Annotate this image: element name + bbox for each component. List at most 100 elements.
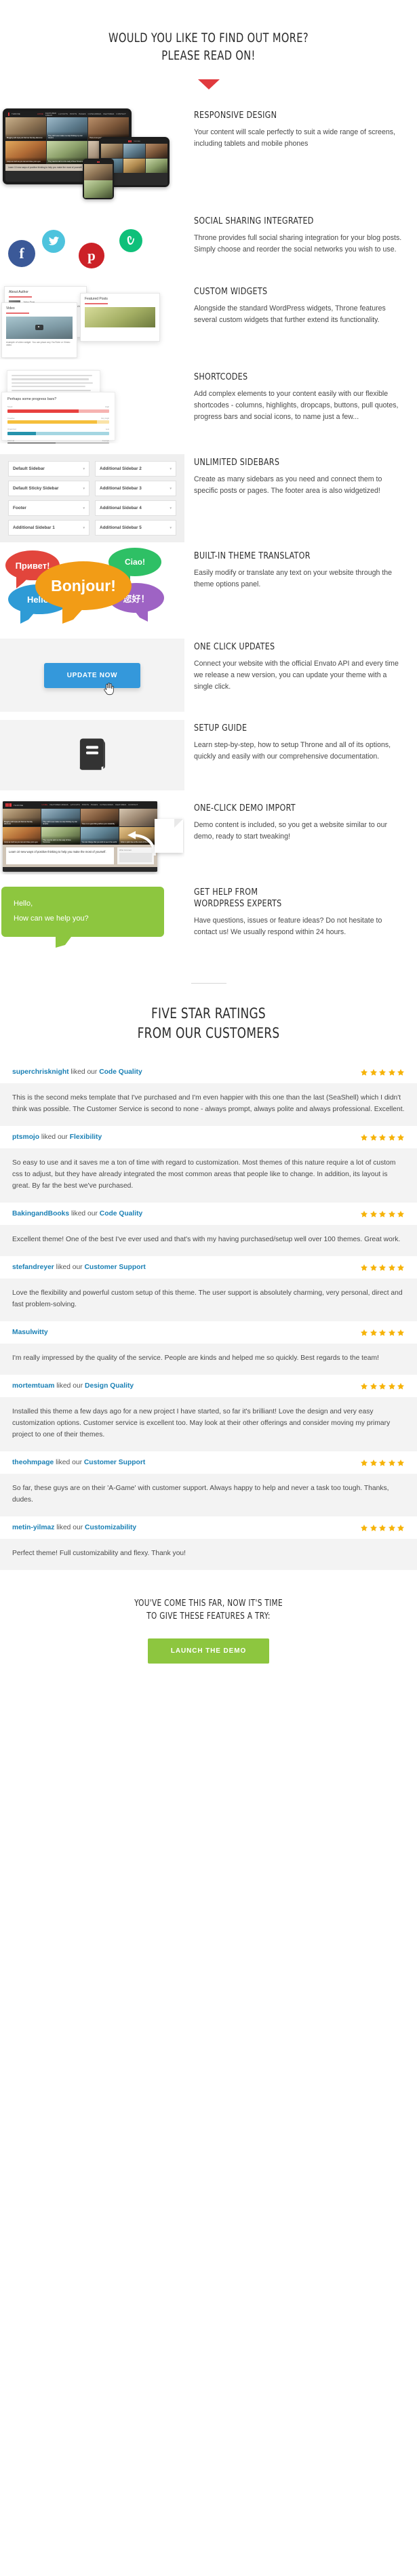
demo-caption: Learn 10 new ways of positive thinking t… [6, 847, 114, 865]
testimonial-liked-text: liked our [54, 1264, 83, 1272]
progress-bar-row: Informal Average [7, 439, 109, 444]
testimonial-text: Installed this theme a few days ago for … [0, 1396, 417, 1451]
testimonial-user[interactable]: mortemtuam [12, 1382, 54, 1390]
book-icon-art [0, 720, 184, 791]
speech-bubble-french: Bonjour! [35, 561, 132, 624]
sidebar-item[interactable]: Additional Sidebar 1 ▾ [8, 520, 90, 536]
rating-stars [360, 1524, 405, 1532]
sidebar-item[interactable]: Additional Sidebar 2 ▾ [95, 461, 176, 477]
post-title: You can change that you wish to see in t… [80, 837, 119, 845]
vine-icon[interactable] [119, 229, 142, 253]
testimonial-header: ptsmojo liked our Flexibility [0, 1125, 417, 1148]
sidebar-item[interactable]: Additional Sidebar 3 ▾ [95, 481, 176, 497]
star-icon [378, 1133, 386, 1141]
bar-value: Very High [100, 416, 109, 420]
update-now-button[interactable]: UPDATE NOW [43, 662, 141, 688]
testimonial-user[interactable]: theohmpage [12, 1459, 54, 1466]
features-section: THRONE HOME FEATURED AREAS LAYOUTS POSTS… [0, 89, 417, 960]
star-icon [388, 1210, 395, 1217]
bar-label: Organized [7, 428, 16, 431]
sidebar-item[interactable]: Additional Sidebar 4 ▾ [95, 500, 176, 517]
shortcode-cards-art: Perhaps some progress bars? Smart High Cr… [0, 369, 184, 444]
testimonial-category: Flexibility [69, 1133, 102, 1142]
testimonial-user[interactable]: stefandreyer [12, 1264, 54, 1271]
launch-demo-button[interactable]: LAUNCH THE DEMO [147, 1638, 270, 1664]
bar-value: High [105, 405, 109, 409]
testimonial-attribution: BakingandBooks liked our Code Quality [12, 1210, 142, 1217]
testimonial-user[interactable]: superchrisknight [12, 1068, 69, 1076]
testimonial-user[interactable]: Masulwitty [12, 1329, 48, 1336]
chevron-down-icon: ▾ [83, 506, 85, 510]
star-icon [397, 1459, 405, 1466]
testimonial-text: I'm really impressed by the quality of t… [0, 1343, 417, 1375]
rating-stars [360, 1264, 405, 1272]
sidebar-label: Additional Sidebar 5 [100, 525, 142, 531]
testimonial-liked-text: liked our [68, 1068, 98, 1076]
star-icon [370, 1329, 377, 1336]
testimonial: stefandreyer liked our Customer Support L… [0, 1255, 417, 1321]
feature-custom-widgets: About Author John Doe The idea of Meks c… [0, 283, 417, 363]
twitter-icon[interactable] [42, 230, 65, 254]
testimonial-text: So far, these guys are on their 'A-Game'… [0, 1473, 417, 1516]
cursor-hand-icon [104, 683, 114, 696]
rating-stars [360, 1068, 405, 1076]
star-icon [388, 1068, 395, 1076]
sidebar-item[interactable]: Default Sticky Sidebar ▾ [8, 481, 90, 497]
star-icon [370, 1133, 377, 1141]
help-speech-bubble: Hello, How can we help you? [1, 887, 164, 948]
testimonials-section: FIVE STAR RATINGS FROM OUR CUSTOMERS sup… [0, 1004, 417, 1570]
testimonial-header: metin-yilmaz liked our Customizability [0, 1516, 417, 1539]
testimonial-user[interactable]: metin-yilmaz [12, 1524, 54, 1531]
chevron-down-icon: ▾ [170, 486, 172, 491]
testimonial-attribution: metin-yilmaz liked our Customizability [12, 1524, 136, 1531]
pinterest-icon[interactable]: p [79, 243, 104, 269]
sidebar-item[interactable]: Footer ▾ [8, 500, 90, 517]
feature-body: Easily modify or translate any text on y… [194, 568, 393, 589]
sidebar-item[interactable]: Default Sidebar ▾ [8, 461, 90, 477]
feature-title: UNLIMITED SIDEBARS [194, 457, 280, 468]
brand-logo-icon [8, 113, 10, 117]
widget-video-thumbnail [6, 316, 73, 339]
star-icon [397, 1524, 405, 1531]
testimonial-user[interactable]: ptsmojo [12, 1133, 39, 1141]
testimonial-header: superchrisknight liked our Code Quality [0, 1060, 417, 1083]
star-icon [360, 1068, 368, 1076]
chevron-down-icon: ▾ [170, 466, 172, 471]
testimonial-header: theohmpage liked our Customer Support [0, 1451, 417, 1474]
feature-theme-translator: Привет! Ciao! Hello! 您好！ Bonjour! BUILT-… [0, 548, 417, 633]
rating-stars [360, 1329, 405, 1337]
bar-value: Low [105, 428, 109, 431]
sidebar-label: Footer [13, 506, 26, 511]
widget-card-video: Video example of video widget. You can p… [1, 302, 77, 359]
star-icon [378, 1329, 386, 1336]
star-icon [397, 1133, 405, 1141]
sidebar-item[interactable]: Additional Sidebar 5 ▾ [95, 520, 176, 536]
testimonials-heading-line-1: FIVE STAR RATINGS [151, 1005, 266, 1022]
post-title: Jump as much as you can and close your e… [5, 157, 46, 165]
testimonial-user[interactable]: BakingandBooks [12, 1210, 69, 1217]
testimonial: theohmpage liked our Customer Support So … [0, 1451, 417, 1516]
feature-title: SOCIAL SHARING INTEGRATED [194, 216, 314, 227]
post-title: They call it even make me stop thinking … [41, 817, 80, 827]
feature-body: Throne provides full social sharing inte… [194, 233, 402, 254]
testimonial-attribution: ptsmojo liked our Flexibility [12, 1133, 102, 1141]
testimonials-list: superchrisknight liked our Code Quality T… [0, 1060, 417, 1570]
star-icon [388, 1329, 395, 1336]
facebook-icon[interactable]: f [8, 240, 35, 268]
widget-heading: About Author [9, 290, 28, 295]
star-icon [388, 1382, 395, 1390]
rating-stars [360, 1382, 405, 1390]
sidebar-label: Default Sidebar [13, 466, 45, 472]
testimonial-liked-text: liked our [54, 1382, 83, 1390]
intro-line-1: WOULD YOU LIKE TO FIND OUT MORE? [108, 31, 309, 45]
star-icon [378, 1382, 386, 1390]
feature-title-line-2: WORDPRESS EXPERTS [194, 898, 282, 909]
chevron-down-icon: ▾ [170, 525, 172, 530]
feature-title-line-1: GET HELP FROM [194, 887, 258, 898]
chevron-down-icon: ▾ [83, 486, 85, 491]
sidebar-list-art: Default Sidebar ▾ Additional Sidebar 2 ▾ D… [0, 454, 184, 543]
bar-label: Informal [7, 439, 15, 442]
widget-text: example of video widget. You can place a… [6, 340, 71, 347]
progress-bar-row: Smart High [7, 405, 109, 413]
cta-line-2: TO GIVE THESE FEATURES A TRY: [146, 1611, 271, 1622]
